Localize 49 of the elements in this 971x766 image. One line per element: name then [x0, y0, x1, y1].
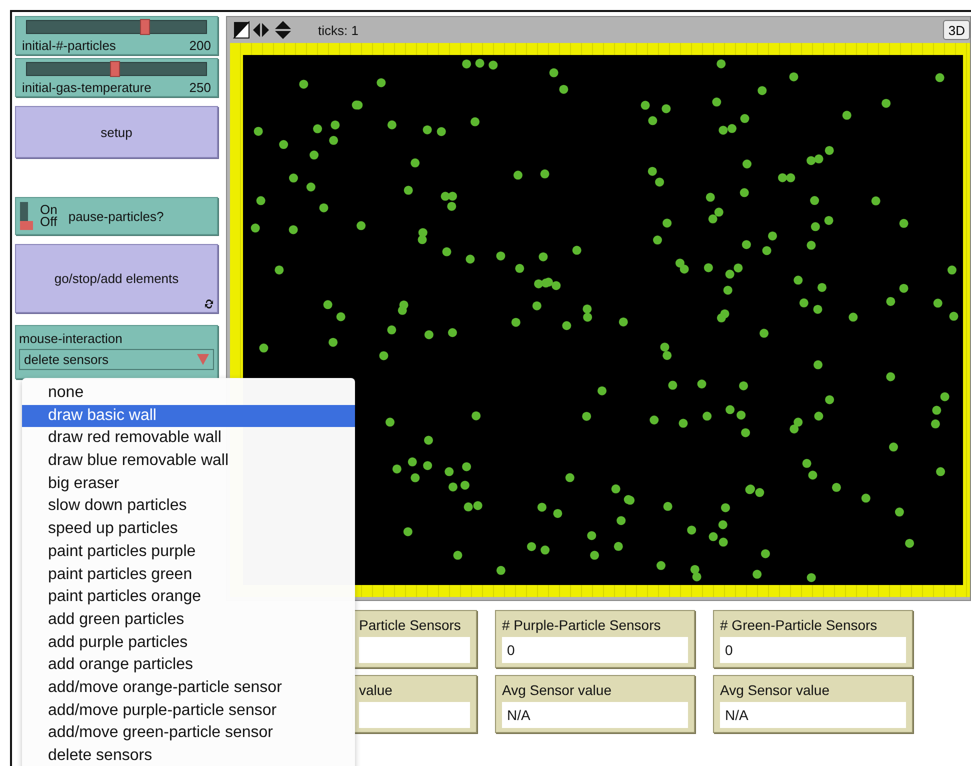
switch-label: pause-particles?: [68, 208, 164, 224]
monitor-label: value: [359, 682, 394, 698]
go-button-label: go/stop/add elements: [54, 271, 179, 286]
menu-item[interactable]: add/move orange-particle sensor: [22, 676, 355, 700]
menu-item[interactable]: slow down particles: [22, 495, 355, 518]
menu-item[interactable]: none: [22, 382, 355, 405]
monitor-label: Particle Sensors: [359, 617, 462, 633]
slider-thumb[interactable]: [140, 19, 150, 35]
monitor-value: N/A: [502, 702, 688, 728]
go-button[interactable]: go/stop/add elements: [15, 244, 218, 313]
monitor-label: # Green-Particle Sensors: [720, 617, 878, 633]
menu-item[interactable]: speed up particles: [22, 518, 355, 541]
menu-item[interactable]: draw blue removable wall: [22, 450, 355, 473]
menu-item[interactable]: draw red removable wall: [22, 427, 355, 450]
menu-item[interactable]: add purple particles: [22, 632, 355, 654]
3d-button[interactable]: 3D: [943, 20, 970, 40]
menu-item[interactable]: big eraser: [22, 472, 355, 496]
monitor-label: Avg Sensor value: [502, 682, 612, 698]
slider[interactable]: initial-gas-temperature 250: [15, 58, 218, 97]
monitor-value: 0: [502, 637, 688, 663]
menu-item[interactable]: draw basic wall: [22, 404, 355, 428]
slider-value: 200: [189, 38, 211, 53]
setup-button[interactable]: setup: [15, 106, 218, 158]
off-label: Off: [40, 216, 58, 228]
slider[interactable]: initial-#-particles 200: [15, 16, 218, 55]
slider-label: initial-#-particles: [22, 38, 116, 53]
chooser[interactable]: mouse-interaction delete sensors: [15, 325, 218, 379]
toggle-icon[interactable]: [20, 202, 33, 230]
chooser-label: mouse-interaction: [19, 331, 124, 346]
chooser-dropdown[interactable]: delete sensors: [19, 349, 214, 370]
monitor-value: N/A: [720, 702, 906, 728]
monitor-value: 0: [720, 637, 906, 663]
on-label: On: [40, 204, 58, 216]
menu-item[interactable]: add/move green-particle sensor: [22, 722, 355, 745]
menu-item[interactable]: add green particles: [22, 608, 355, 632]
menu-item[interactable]: paint particles purple: [22, 540, 355, 564]
menu-item[interactable]: delete sensors: [22, 745, 355, 766]
forever-icon: [204, 299, 214, 309]
dropdown-arrow-icon: [197, 354, 209, 365]
menu-item[interactable]: paint particles green: [22, 564, 355, 586]
slider-thumb[interactable]: [110, 61, 120, 77]
menu-item[interactable]: paint particles orange: [22, 586, 355, 609]
menu-item[interactable]: add/move purple-particle sensor: [22, 700, 355, 722]
monitor-label: Avg Sensor value: [720, 682, 830, 698]
slider-label: initial-gas-temperature: [22, 80, 152, 95]
ticks-counter: ticks: 1: [318, 22, 358, 38]
menu-item[interactable]: add orange particles: [22, 654, 355, 677]
monitor-label: # Purple-Particle Sensors: [502, 617, 662, 633]
slider-value: 250: [189, 80, 211, 95]
